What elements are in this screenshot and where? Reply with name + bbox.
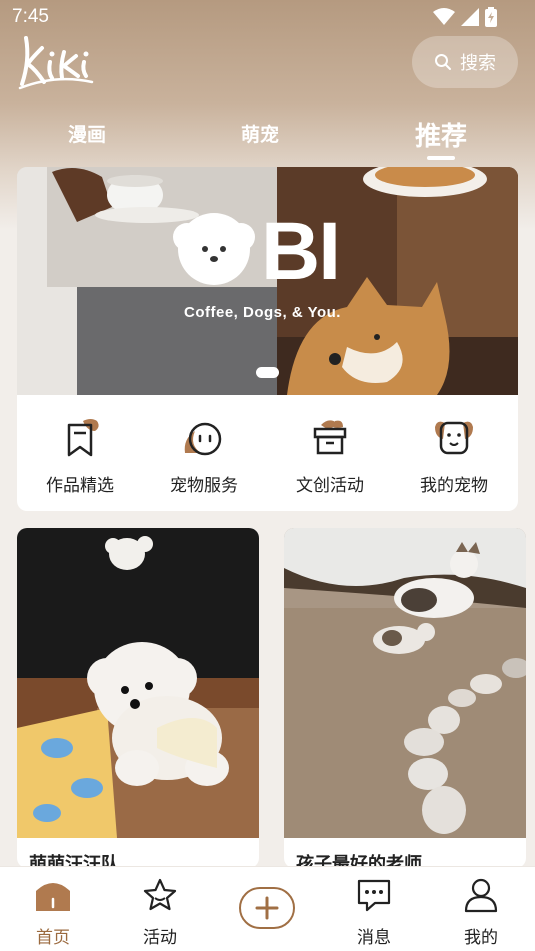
- post-card[interactable]: 孩子最好的老师: [284, 528, 526, 868]
- quick-link-my-pets[interactable]: 我的宠物: [394, 417, 514, 496]
- cats-photo: [284, 528, 526, 838]
- search-button[interactable]: 搜索: [412, 36, 518, 88]
- tab-cute-pets[interactable]: 萌宠: [241, 120, 279, 147]
- kiki-logo: [18, 36, 94, 90]
- quick-link-label: 宠物服务: [170, 476, 238, 496]
- category-tabs: 漫画 萌宠 推荐: [0, 116, 535, 160]
- nav-label: 活动: [143, 928, 177, 948]
- star-icon: [143, 878, 177, 911]
- signal-icon: [461, 8, 479, 26]
- nav-messages[interactable]: 消息: [339, 877, 409, 948]
- bottom-nav: 首页 活动 消息 我的: [0, 866, 535, 951]
- nav-label: 我的: [464, 928, 498, 948]
- banner-tagline: Coffee, Dogs, & You.: [184, 304, 341, 321]
- banner-brand: BI: [261, 206, 341, 297]
- featured-card: BI Coffee, Dogs, & You. 作品精选 宠物服务 文创活动 我…: [17, 167, 518, 511]
- nav-home[interactable]: 首页: [18, 877, 88, 948]
- nav-label: 首页: [36, 928, 70, 948]
- tab-comics[interactable]: 漫画: [68, 120, 106, 147]
- quick-link-label: 我的宠物: [420, 476, 488, 496]
- quick-link-label: 作品精选: [46, 476, 114, 496]
- post-card[interactable]: 萌萌汪汪队: [17, 528, 259, 868]
- nav-label: 消息: [357, 928, 391, 948]
- poodle-photo: [17, 528, 259, 838]
- bookmark-icon: [67, 419, 99, 457]
- quick-links: 作品精选 宠物服务 文创活动 我的宠物: [17, 395, 518, 511]
- quick-link-pet-services[interactable]: 宠物服务: [144, 417, 264, 496]
- nav-events[interactable]: 活动: [125, 877, 195, 948]
- add-icon: [255, 896, 279, 920]
- profile-icon: [464, 878, 498, 913]
- dog-face-icon: [435, 421, 473, 455]
- quick-link-featured-works[interactable]: 作品精选: [20, 417, 140, 496]
- tab-recommended[interactable]: 推荐: [415, 116, 467, 153]
- promo-banner[interactable]: BI Coffee, Dogs, & You.: [17, 167, 518, 395]
- pet-face-icon: [184, 422, 222, 456]
- message-icon: [357, 879, 391, 912]
- quick-link-label: 文创活动: [296, 476, 364, 496]
- post-image: [17, 528, 259, 838]
- status-time: 7:45: [12, 6, 49, 27]
- active-tab-indicator: [427, 156, 455, 160]
- wifi-icon: [433, 8, 455, 25]
- home-icon: [36, 883, 70, 911]
- post-image: [284, 528, 526, 838]
- search-icon: [435, 54, 451, 70]
- add-post-button[interactable]: [239, 887, 295, 929]
- gift-box-icon: [313, 420, 347, 455]
- battery-icon: [485, 7, 497, 27]
- quick-link-creative-events[interactable]: 文创活动: [270, 417, 390, 496]
- search-label: 搜索: [460, 53, 496, 74]
- status-icons: [433, 7, 497, 27]
- nav-profile[interactable]: 我的: [446, 877, 516, 948]
- banner-pager-dot[interactable]: [256, 367, 279, 378]
